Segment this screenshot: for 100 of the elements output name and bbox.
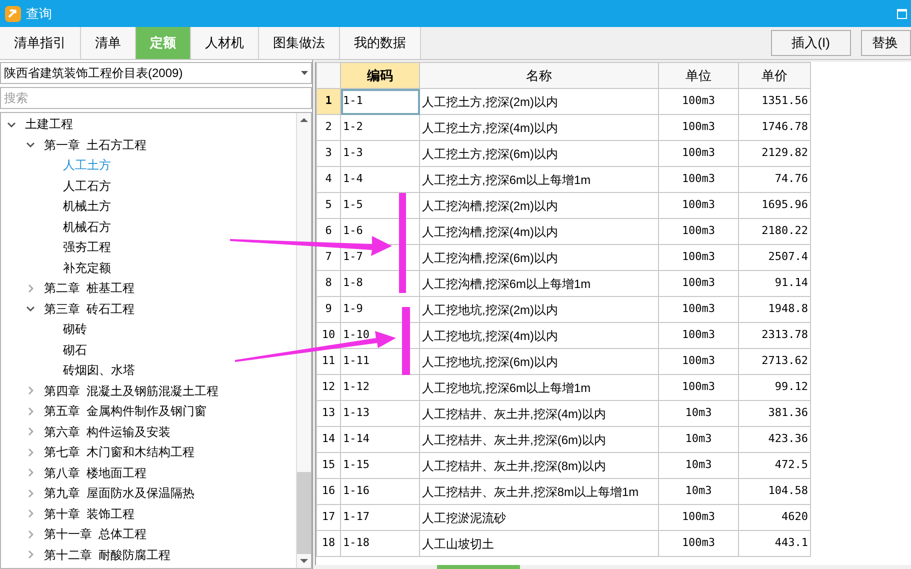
window-title: 查询 [26,4,52,23]
tree-item[interactable]: 机械石方 [63,218,111,236]
tab[interactable]: 图集做法 [259,27,340,59]
tree-item[interactable]: 第十一章 总体工程 [44,525,147,544]
table-cell: 10m3 [658,426,738,452]
row-number: 13 [316,400,340,426]
table-cell: 1695.96 [738,192,810,218]
splitter-handle[interactable] [436,565,520,569]
row-number: 17 [316,504,340,530]
scrollbar-thumb[interactable] [297,472,311,554]
tab[interactable]: 人材机 [191,27,259,59]
tab[interactable]: 我的数据 [340,27,421,59]
toolbar-button[interactable]: 替换 [861,30,911,56]
table-cell: 100m3 [658,88,738,114]
table-cell: 人工挖淤泥流砂 [420,504,658,530]
table-cell: 74.76 [738,166,810,192]
row-number: 3 [316,140,340,166]
table-cell: 2713.62 [738,348,810,374]
tree-item[interactable]: 机械土方 [63,197,111,216]
table-cell: 10m3 [658,400,738,426]
tree-item[interactable]: 砌砖 [63,320,87,338]
table-cell: 1948.8 [738,296,810,322]
table-cell: 2180.22 [738,218,810,244]
tree-item[interactable]: 第一章 土石方工程 [44,136,147,154]
collapse-chevron-icon[interactable] [26,468,35,478]
collapse-chevron-icon[interactable] [26,509,35,518]
collapse-chevron-icon[interactable] [26,488,35,498]
table-cell: 人工挖沟槽,挖深(4m)以内 [420,218,658,244]
table-cell: 人工挖土方,挖深(6m)以内 [420,140,658,166]
maximize-icon[interactable] [897,8,907,18]
table-cell: 100m3 [658,504,738,530]
expand-chevron-icon[interactable] [7,120,16,129]
scrollbar[interactable] [296,113,311,568]
table-cell: 91.14 [738,270,810,296]
table-cell: 人工挖沟槽,挖深6m以上每增1m [420,270,658,296]
tab[interactable]: 清单指引 [0,27,81,59]
table-cell: 443.1 [738,530,810,556]
tree-item[interactable]: 砖烟囱、水塔 [63,361,135,380]
collapse-chevron-icon[interactable] [26,448,35,457]
tree-item[interactable]: 第二章 桩基工程 [44,279,135,298]
table-cell: 人工挖地坑,挖深(6m)以内 [420,348,658,374]
row-number: 2 [316,114,340,140]
table-cell: 人工挖桔井、灰土井,挖深(6m)以内 [420,426,658,452]
collapse-chevron-icon[interactable] [26,284,35,293]
row-number: 15 [316,452,340,478]
table-cell: 1746.78 [738,114,810,140]
table-cell: 1-2 [340,114,420,140]
table-cell: 1-17 [340,504,420,530]
collapse-chevron-icon[interactable] [26,550,35,560]
search-field[interactable]: 搜索 [0,87,312,109]
dropdown-value: 陕西省建筑装饰工程价目表(2009) [4,65,184,82]
table-cell: 人工挖地坑,挖深(2m)以内 [420,296,658,322]
tree-item[interactable]: 第五章 金属构件制作及钢门窗 [44,402,207,420]
table-cell: 100m3 [658,374,738,400]
expand-chevron-icon[interactable] [26,304,35,314]
table-cell: 人工山坡切土 [420,530,658,556]
tree-item[interactable]: 补充定额 [63,258,111,277]
collapse-chevron-icon[interactable] [26,427,35,436]
collapse-chevron-icon[interactable] [26,386,35,396]
tree-item[interactable]: 第十二章 耐酸防腐工程 [44,546,171,564]
table-cell: 人工挖土方,挖深(2m)以内 [420,88,658,114]
table-cell: 100m3 [658,192,738,218]
tree-item[interactable]: 第八章 楼地面工程 [44,464,147,482]
table-cell: 1-14 [340,426,420,452]
expand-chevron-icon[interactable] [26,140,35,150]
table-cell: 人工挖沟槽,挖深(2m)以内 [420,192,658,218]
table-cell: 1351.56 [738,88,810,114]
column-header[interactable]: 名称 [420,62,658,88]
table-cell: 2129.82 [738,140,810,166]
dropdown-caret-icon [301,71,308,75]
tree-item[interactable]: 第三章 砖石工程 [44,300,135,318]
tree-item[interactable]: 第九章 屋面防水及保温隔热 [44,484,195,502]
column-header[interactable]: 单价 [738,62,810,88]
row-number: 11 [316,348,340,374]
tree-item[interactable]: 第七章 木门窗和木结构工程 [44,443,195,462]
tree-item[interactable]: 砌石 [63,340,87,359]
table-cell: 100m3 [658,530,738,556]
table-cell: 99.12 [738,374,810,400]
tree-item[interactable]: 土建工程 [25,115,73,134]
column-header[interactable]: 编码 [340,62,420,88]
row-number: 5 [316,192,340,218]
table-cell: 1-3 [340,140,420,166]
tree-item[interactable]: 第十章 装饰工程 [44,504,135,523]
library-dropdown[interactable]: 陕西省建筑装饰工程价目表(2009) [0,62,312,84]
tree-item[interactable]: 强夯工程 [63,238,111,256]
table-cell: 100m3 [658,270,738,296]
tree-item[interactable]: 第六章 构件运输及安装 [44,422,171,441]
tree-item[interactable]: 人工石方 [63,176,111,195]
toolbar-button[interactable]: 插入(I) [770,30,851,56]
collapse-chevron-icon[interactable] [26,406,35,416]
table-cell: 人工挖土方,挖深(4m)以内 [420,114,658,140]
app-logo-icon [4,4,22,22]
collapse-chevron-icon[interactable] [26,530,35,539]
table-cell: 100m3 [658,114,738,140]
tab[interactable]: 清单 [81,27,136,59]
row-number: 8 [316,270,340,296]
table-cell: 人工挖土方,挖深6m以上每增1m [420,166,658,192]
column-header[interactable]: 单位 [658,62,738,88]
table-cell: 人工挖地坑,挖深(4m)以内 [420,322,658,348]
tree-item[interactable]: 第四章 混凝土及钢筋混凝土工程 [44,382,219,400]
